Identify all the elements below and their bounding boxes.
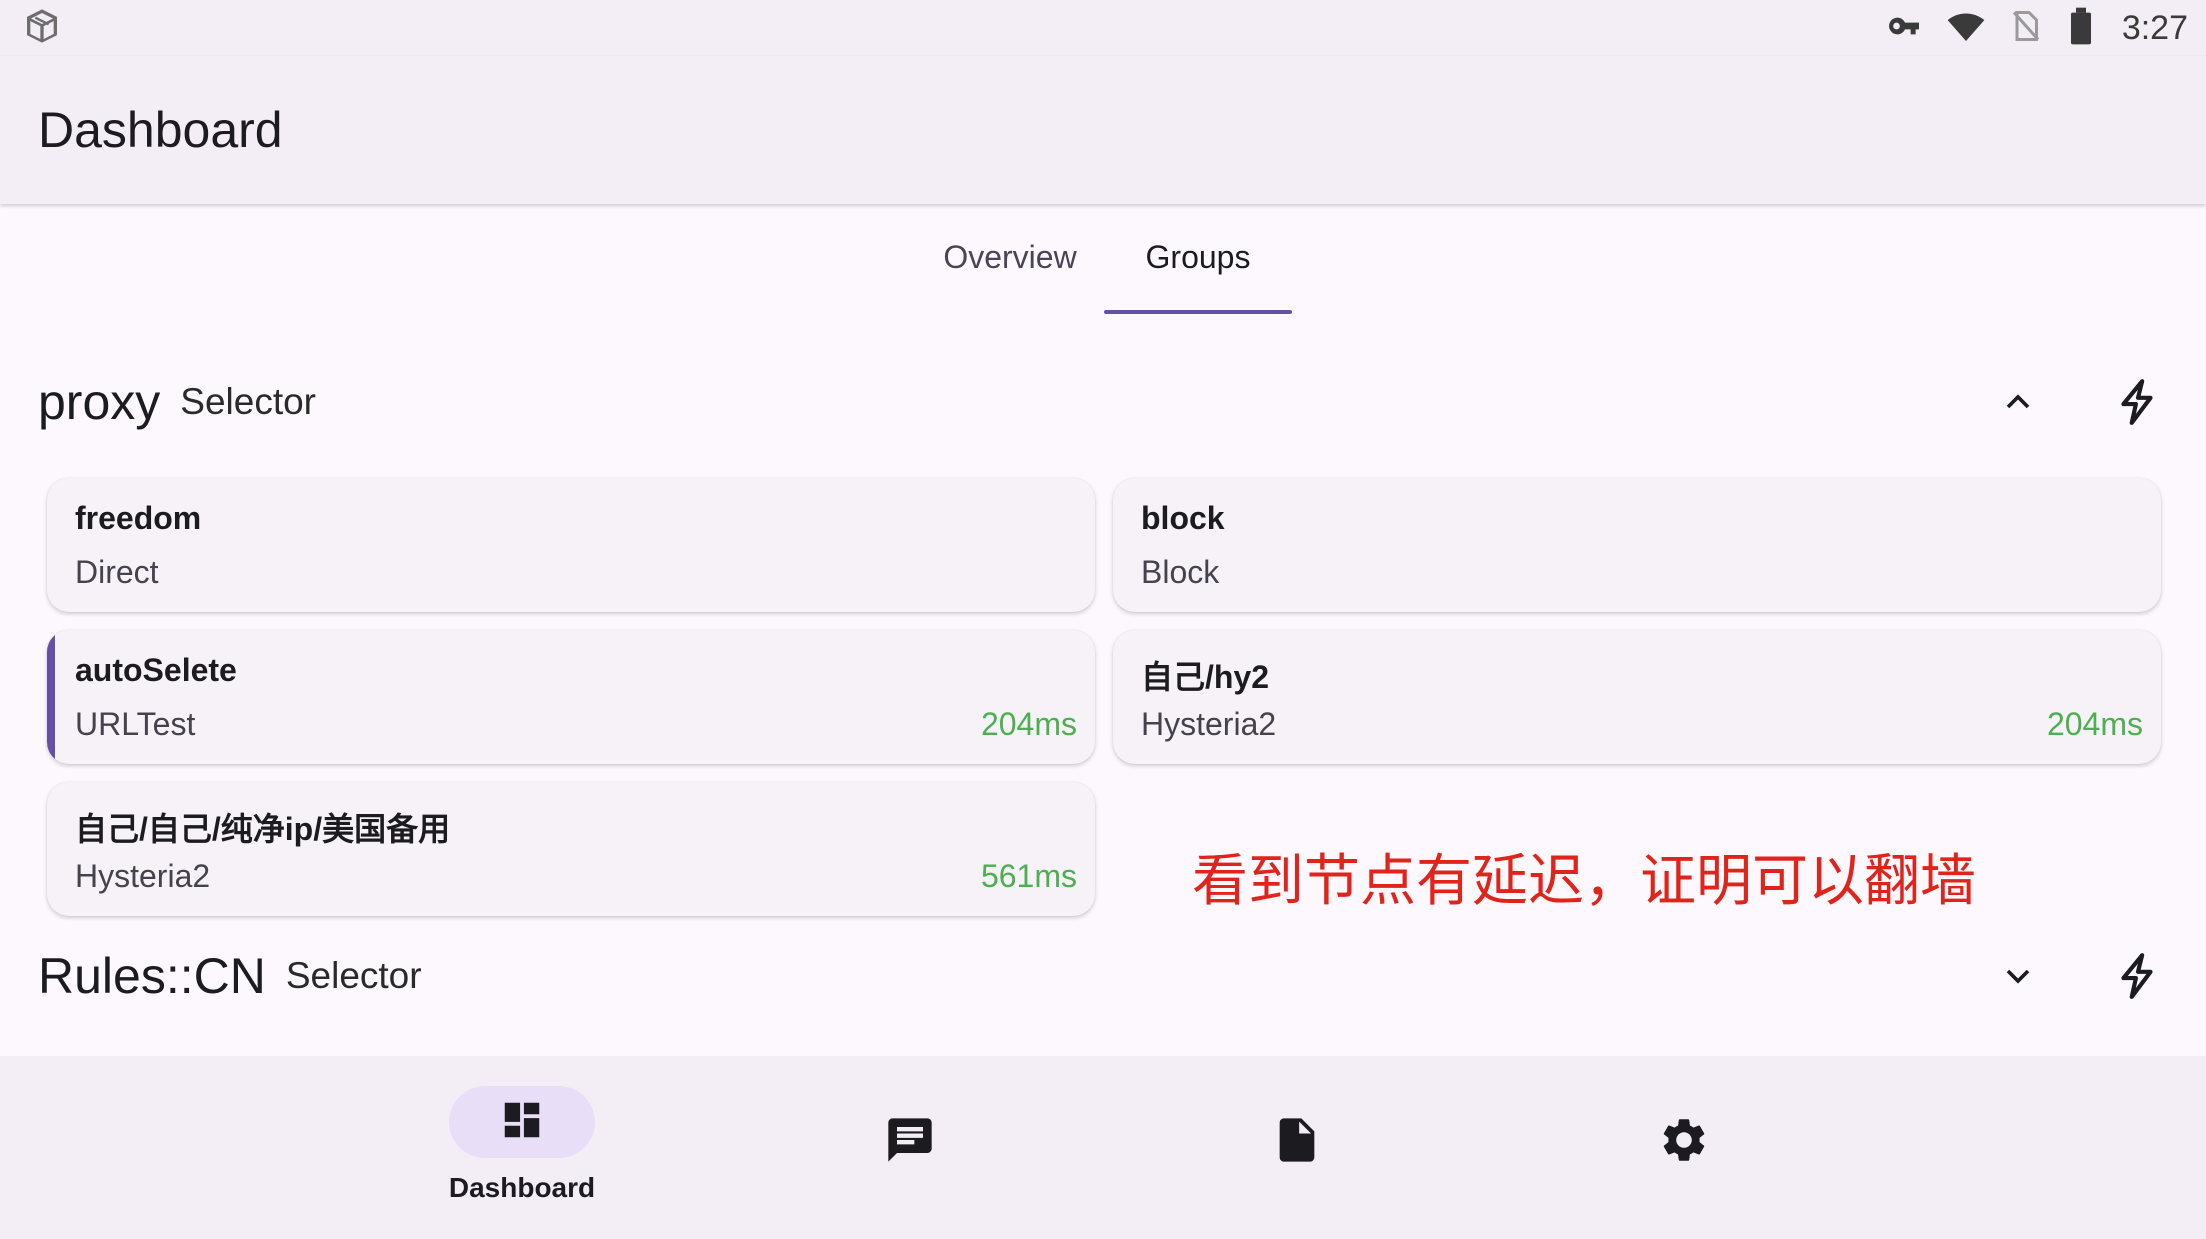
nav-pill xyxy=(837,1106,983,1178)
proxy-latency: 204ms xyxy=(2046,706,2143,742)
proxy-type: Hysteria2 xyxy=(1141,706,1277,742)
annotation-text: 看到节点有延迟，证明可以翻墙 xyxy=(1192,849,1976,914)
app-bar: Dashboard xyxy=(0,56,2206,204)
nav-pill xyxy=(449,1086,595,1158)
proxy-name: block xyxy=(1141,500,1225,536)
proxy-card-freedom[interactable]: freedom Direct xyxy=(47,478,1095,612)
nav-messages[interactable] xyxy=(835,1086,985,1226)
tab-label: Overview xyxy=(943,238,1077,275)
flash-icon[interactable] xyxy=(2108,372,2168,432)
proxy-type: URLTest xyxy=(75,706,196,742)
proxy-type: Block xyxy=(1141,554,1220,590)
nav-logs[interactable] xyxy=(1222,1086,1372,1226)
nav-settings[interactable] xyxy=(1609,1086,1759,1226)
proxy-name: 自己/自己/纯净ip/美国备用 xyxy=(75,811,451,847)
proxy-type: Hysteria2 xyxy=(75,858,211,894)
proxy-name: autoSelete xyxy=(75,652,237,688)
status-time: 3:27 xyxy=(2121,8,2188,47)
group-name: Rules::CN xyxy=(38,948,266,1004)
proxy-card-autoselete[interactable]: autoSelete URLTest 204ms xyxy=(47,630,1095,764)
tab-label: Groups xyxy=(1145,238,1251,275)
no-sim-icon xyxy=(2008,6,2044,51)
dashboard-icon xyxy=(499,1097,545,1148)
bottom-navigation: Dashboard xyxy=(0,1056,2206,1239)
message-icon xyxy=(884,1114,936,1171)
nav-pill xyxy=(1224,1106,1370,1178)
nav-dashboard[interactable]: Dashboard xyxy=(447,1086,597,1226)
group-name: proxy xyxy=(38,374,161,430)
wifi-icon xyxy=(1946,6,1986,51)
tab-indicator xyxy=(1104,310,1292,314)
proxy-type: Direct xyxy=(75,554,159,590)
proxy-latency: 561ms xyxy=(980,858,1077,894)
group-header-rules-cn[interactable]: Rules::CN Selector xyxy=(38,936,2168,1016)
gear-icon xyxy=(1658,1114,1710,1171)
tab-bar: Overview Groups xyxy=(0,204,2206,314)
nav-label: Dashboard xyxy=(448,1172,596,1203)
chevron-up-icon[interactable] xyxy=(1988,372,2048,432)
status-bar: 3:27 xyxy=(0,0,2206,56)
page-title: Dashboard xyxy=(38,102,283,158)
tab-groups[interactable]: Groups xyxy=(1104,204,1292,314)
proxy-name: freedom xyxy=(75,500,202,536)
proxy-card-us-backup[interactable]: 自己/自己/纯净ip/美国备用 Hysteria2 561ms xyxy=(47,782,1095,916)
cube-icon xyxy=(22,6,62,51)
group-type: Selector xyxy=(180,381,316,422)
flash-icon[interactable] xyxy=(2108,946,2168,1006)
nav-pill xyxy=(1611,1106,1757,1178)
vpn-key-icon xyxy=(1884,6,1924,51)
proxy-card-block[interactable]: block Block xyxy=(1113,478,2161,612)
group-type: Selector xyxy=(285,955,422,996)
tab-overview[interactable]: Overview xyxy=(920,204,1100,310)
proxy-latency: 204ms xyxy=(980,706,1077,742)
battery-icon xyxy=(2066,6,2096,51)
group-header-proxy[interactable]: proxy Selector xyxy=(38,362,2168,442)
chevron-down-icon[interactable] xyxy=(1988,946,2048,1006)
proxy-card-hy2[interactable]: 自己/hy2 Hysteria2 204ms xyxy=(1113,630,2161,764)
document-icon xyxy=(1271,1114,1323,1171)
proxy-name: 自己/hy2 xyxy=(1141,659,1270,695)
